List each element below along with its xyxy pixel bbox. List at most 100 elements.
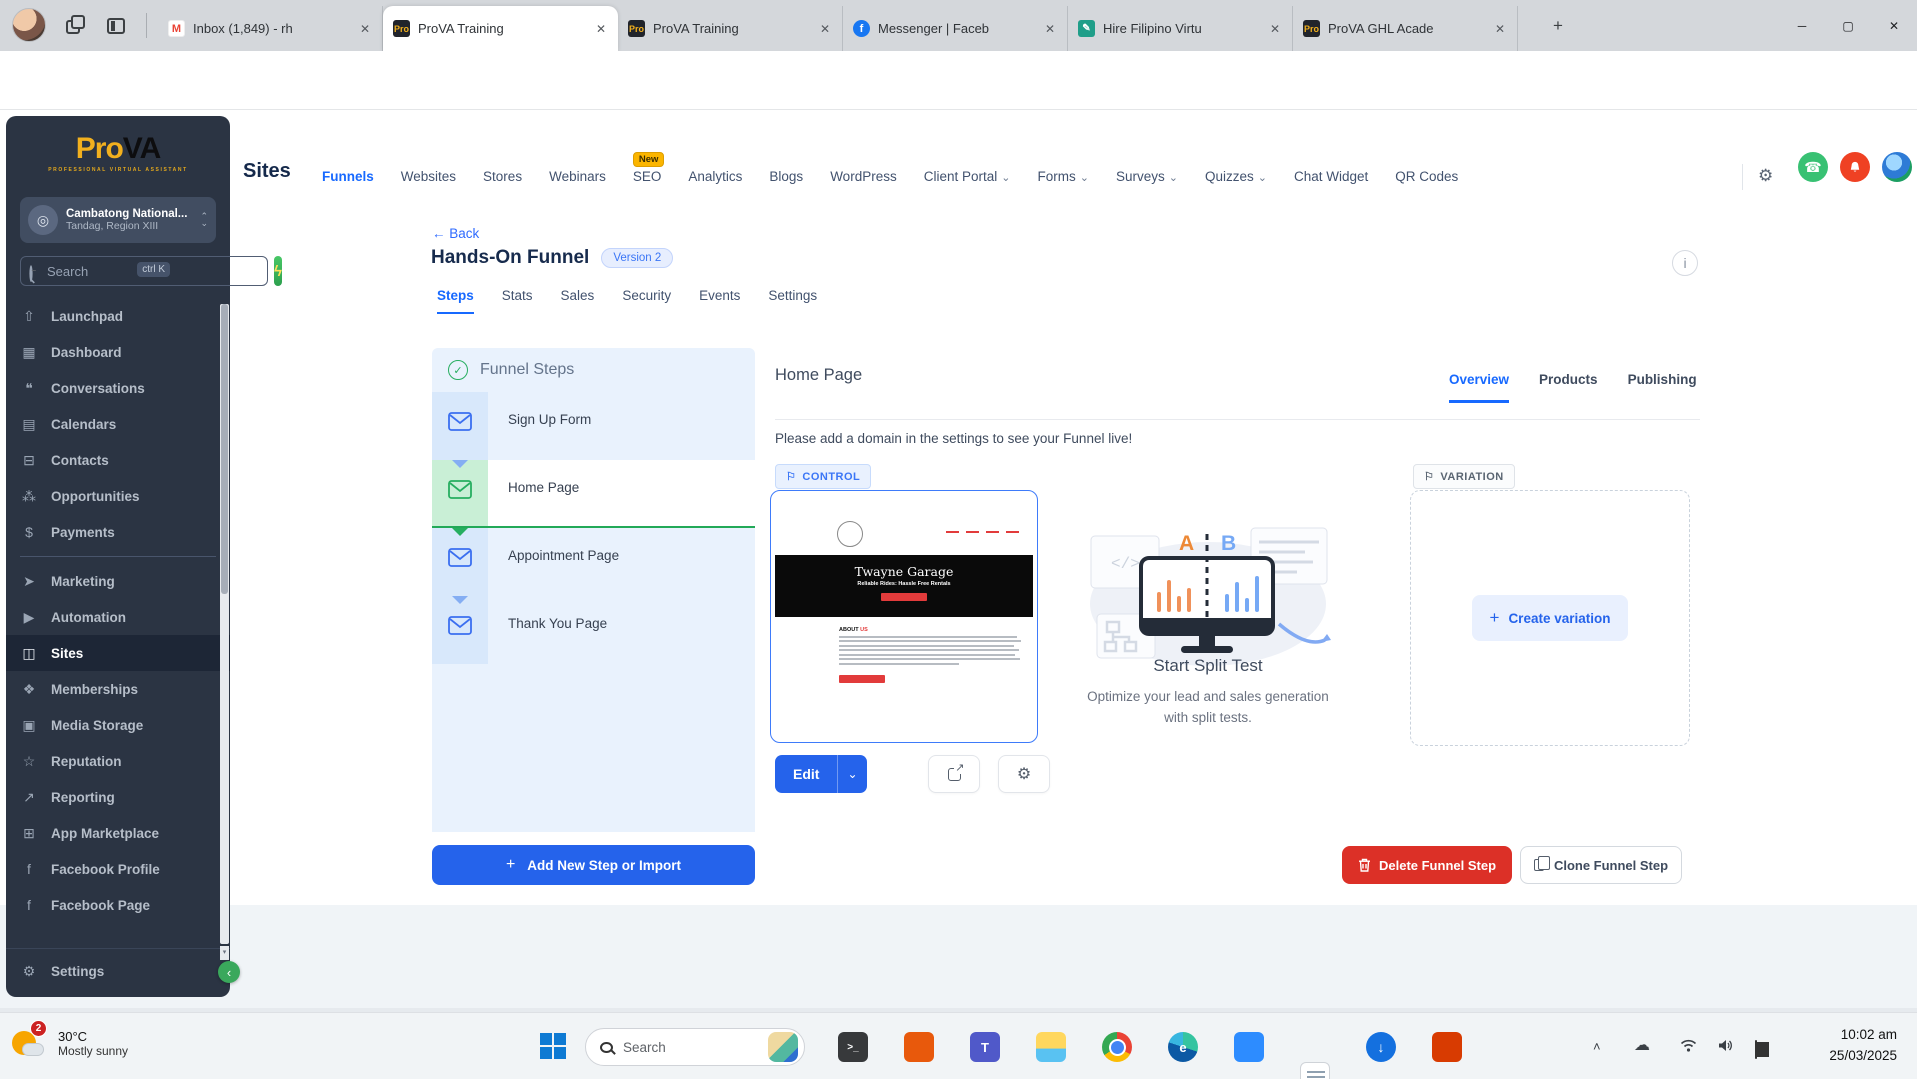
sidebar-scrollbar[interactable]: ▾ — [220, 304, 229, 960]
tab-client-portal[interactable]: Client Portal ⌄ — [924, 169, 1011, 184]
tab-overview[interactable]: Overview — [1449, 372, 1510, 403]
sidebar-item-sites[interactable]: ◫ Sites — [6, 635, 230, 671]
tab-close-icon[interactable]: ✕ — [356, 20, 374, 38]
page-settings-button[interactable]: ⚙ — [998, 755, 1050, 793]
step-thank-you-page[interactable]: Thank You Page — [432, 596, 755, 664]
sidebar-item-app-marketplace[interactable]: ⊞ App Marketplace — [6, 815, 230, 851]
volume-icon[interactable] — [1718, 1039, 1733, 1057]
browser-tab-prova-training-active[interactable]: Pro ProVA Training ✕ — [383, 6, 618, 51]
ai-quick-action-button[interactable]: ϟ — [274, 256, 282, 286]
terminal-icon[interactable]: >_ — [838, 1032, 868, 1062]
tab-chat-widget[interactable]: Chat Widget — [1294, 169, 1368, 184]
tab-close-icon[interactable]: ✕ — [1491, 20, 1509, 38]
delete-funnel-step-button[interactable]: Delete Funnel Step — [1342, 846, 1512, 884]
tab-stores[interactable]: Stores — [483, 169, 522, 184]
sidebar-item-reporting[interactable]: ↗ Reporting — [6, 779, 230, 815]
edit-dropdown-chevron[interactable]: ⌄ — [837, 755, 867, 793]
create-variation-button[interactable]: + Create variation — [1472, 595, 1628, 641]
sidebar-item-contacts[interactable]: ⊟ Contacts — [6, 442, 230, 478]
sidebar-item-conversations[interactable]: ❝ Conversations — [6, 370, 230, 406]
location-switcher[interactable]: ◎ Cambatong National... Tandag, Region X… — [20, 197, 216, 243]
new-tab-button[interactable]: + — [1545, 13, 1571, 39]
teams-icon[interactable]: T — [970, 1032, 1000, 1062]
sidebar-item-marketing[interactable]: ➤ Marketing — [6, 563, 230, 599]
tab-seo[interactable]: New SEO — [632, 152, 665, 184]
open-page-external-button[interactable]: ↗ — [928, 755, 980, 793]
sidebar-item-reputation[interactable]: ☆ Reputation — [6, 743, 230, 779]
edge-icon[interactable]: e — [1168, 1032, 1198, 1062]
tab-close-icon[interactable]: ✕ — [1266, 20, 1284, 38]
tab-forms[interactable]: Forms ⌄ — [1037, 169, 1088, 184]
browser-tab-prova-training-2[interactable]: Pro ProVA Training ✕ — [618, 6, 843, 51]
workspaces-icon[interactable] — [64, 14, 88, 38]
window-maximize-button[interactable]: ▢ — [1825, 0, 1871, 51]
sidebar-item-dashboard[interactable]: ▦ Dashboard — [6, 334, 230, 370]
add-new-step-button[interactable]: + Add New Step or Import — [432, 845, 755, 885]
notifications-bell-button[interactable] — [1840, 152, 1870, 182]
battery-charging-icon[interactable] — [1755, 1040, 1769, 1059]
back-link[interactable]: ← Back — [432, 226, 479, 241]
tab-close-icon[interactable]: ✕ — [816, 20, 834, 38]
browser-tab-hire-filipino[interactable]: ✎ Hire Filipino Virtu ✕ — [1068, 6, 1293, 51]
clock-date[interactable]: 10:02 am 25/03/2025 — [1829, 1024, 1897, 1066]
tab-quizzes[interactable]: Quizzes ⌄ — [1205, 169, 1267, 184]
info-icon[interactable]: i — [1672, 250, 1698, 276]
pinned-app-icon[interactable] — [1234, 1032, 1264, 1062]
browser-tab-gmail[interactable]: M Inbox (1,849) - rh ✕ — [158, 6, 383, 51]
sidebar-item-automation[interactable]: ▶ Automation — [6, 599, 230, 635]
browser-profile-avatar[interactable] — [12, 8, 46, 42]
window-close-button[interactable]: ✕ — [1871, 0, 1917, 51]
tab-websites[interactable]: Websites — [401, 169, 456, 184]
phone-button[interactable]: ☎ — [1798, 152, 1828, 182]
wifi-icon[interactable] — [1680, 1039, 1697, 1057]
start-button[interactable] — [540, 1033, 566, 1059]
tab-products[interactable]: Products — [1539, 372, 1598, 403]
user-avatar[interactable] — [1882, 152, 1912, 182]
step-home-page[interactable]: Home Page — [432, 460, 755, 528]
chrome-icon[interactable] — [1102, 1032, 1132, 1062]
tab-steps[interactable]: Steps — [437, 288, 474, 314]
step-sign-up-form[interactable]: Sign Up Form — [432, 392, 755, 460]
tab-security[interactable]: Security — [622, 288, 671, 314]
scrollbar-thumb[interactable] — [221, 304, 228, 594]
sidebar-item-launchpad[interactable]: ⇧ Launchpad — [6, 298, 230, 334]
tab-surveys[interactable]: Surveys ⌄ — [1116, 169, 1178, 184]
window-minimize-button[interactable]: ─ — [1779, 0, 1825, 51]
tab-close-icon[interactable]: ✕ — [1041, 20, 1059, 38]
tab-panel-icon[interactable] — [106, 14, 130, 38]
arrow-app-icon[interactable]: ↓ — [1366, 1032, 1396, 1062]
tab-wordpress[interactable]: WordPress — [830, 169, 897, 184]
tray-chevron-icon[interactable]: ˄ — [1593, 1039, 1601, 1054]
sidebar-item-facebook-page[interactable]: f Facebook Page — [6, 887, 230, 923]
sidebar-collapse-button[interactable]: ‹ — [218, 961, 240, 983]
file-explorer-icon[interactable] — [1036, 1032, 1066, 1062]
tab-funnels[interactable]: Funnels — [322, 169, 374, 184]
taskbar-search[interactable]: Search — [585, 1028, 805, 1066]
sidebar-item-opportunities[interactable]: ⁂ Opportunities — [6, 478, 230, 514]
tab-stats[interactable]: Stats — [502, 288, 533, 314]
onedrive-cloud-icon[interactable]: ☁ — [1634, 1035, 1650, 1055]
step-appointment-page[interactable]: Appointment Page — [432, 528, 755, 596]
sites-settings-gear-icon[interactable]: ⚙ — [1758, 166, 1773, 186]
red-app-icon[interactable] — [1432, 1032, 1462, 1062]
weather-widget[interactable]: 2 30°C Mostly sunny — [10, 1020, 128, 1063]
tab-publishing[interactable]: Publishing — [1628, 372, 1697, 403]
tab-settings[interactable]: Settings — [768, 288, 817, 314]
sidebar-item-memberships[interactable]: ❖ Memberships — [6, 671, 230, 707]
clone-funnel-step-button[interactable]: Clone Funnel Step — [1520, 846, 1682, 884]
tab-webinars[interactable]: Webinars — [549, 169, 606, 184]
sidebar-item-calendars[interactable]: ▤ Calendars — [6, 406, 230, 442]
notepad-icon[interactable] — [1300, 1062, 1330, 1079]
sidebar-item-payments[interactable]: $ Payments — [6, 514, 230, 550]
tab-events[interactable]: Events — [699, 288, 740, 314]
edit-button[interactable]: Edit — [775, 755, 838, 793]
sidebar-item-media-storage[interactable]: ▣ Media Storage — [6, 707, 230, 743]
scrollbar-down-arrow[interactable]: ▾ — [220, 946, 229, 960]
control-page-preview[interactable]: Twayne Garage Reliable Rides: Hassle Fre… — [770, 490, 1038, 743]
tab-sales[interactable]: Sales — [561, 288, 595, 314]
sidebar-item-settings[interactable]: ⚙ Settings — [6, 953, 230, 989]
browser-tab-prova-ghl[interactable]: Pro ProVA GHL Acade ✕ — [1293, 6, 1518, 51]
tab-analytics[interactable]: Analytics — [688, 169, 742, 184]
office-app-icon[interactable] — [904, 1032, 934, 1062]
sidebar-item-facebook-profile[interactable]: f Facebook Profile — [6, 851, 230, 887]
